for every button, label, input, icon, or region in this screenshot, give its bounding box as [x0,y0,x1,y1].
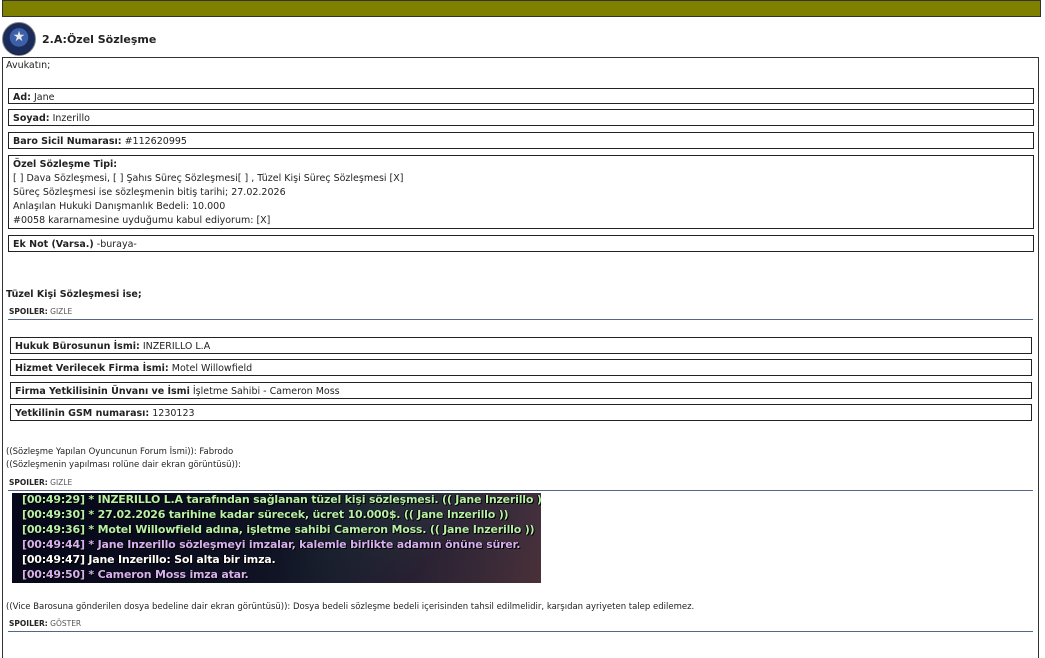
field-value: -buraya- [96,239,137,250]
field-label: Soyad: [13,113,50,124]
contract-end-date: Süreç Sözleşmesi ise sözleşmenin bitiş t… [13,187,286,198]
spoiler-label: SPOILER: [9,619,48,628]
bar-association-logo: ★ [2,22,36,56]
field-value: 1230123 [152,408,195,419]
field-baro-sicil: Baro Sicil Numarası: #112620995 [8,132,1034,149]
star-icon: ★ [12,29,26,45]
chat-line: [00:49:50] * Cameron Moss imza atar. [22,568,249,581]
field-label: Hizmet Verilecek Firma İsmi: [15,363,169,374]
field-label: Özel Sözleşme Tipi: [13,159,118,170]
decree-acceptance: #0058 kararnamesine uyduğumu kabul ediyo… [13,215,271,226]
field-label: Ad: [13,92,31,103]
chat-line: [00:49:44] * Jane Inzerillo sözleşmeyi i… [22,538,521,551]
field-value: İşletme Sahibi - Cameron Moss [192,386,340,397]
field-label: Baro Sicil Numarası: [13,136,122,147]
screenshot-note-text: ((Sözleşmenin yapılması rolüne dair ekra… [6,460,241,470]
spoiler-toggle-3[interactable]: SPOILER: GÖSTER [9,619,81,628]
field-value: INZERILLO L.A [142,341,211,352]
spoiler-label: SPOILER: [9,478,48,487]
spoiler-state: GIZLE [50,307,73,316]
contract-type-options: [ ] Dava Sözleşmesi, [ ] Şahıs Süreç Söz… [13,173,404,184]
field-firma-ismi: Hizmet Verilecek Firma İsmi: Motel Willo… [10,359,1032,376]
intro-text: Avukatın; [6,60,51,71]
field-label: Hukuk Bürosunun İsmi: [15,341,140,352]
spoiler-toggle-2[interactable]: SPOILER: GIZLE [9,478,72,487]
field-firma-yetkilisi: Firma Yetkilisinin Ünvanı ve İsmi İşletm… [10,382,1032,399]
spoiler-toggle-1[interactable]: SPOILER: GIZLE [9,307,72,316]
field-hukuk-burosu: Hukuk Bürosunun İsmi: INZERILLO L.A [10,337,1032,354]
post-content: Avukatın; Ad: Jane Soyad: Inzerillo Baro… [2,57,1039,658]
field-label: Yetkilinin GSM numarası: [15,408,150,419]
vice-note-text: ((Vice Barosuna gönderilen dosya bedelin… [6,602,695,612]
field-value: #112620995 [124,136,187,147]
chat-line: [00:49:47] Jane Inzerillo: Sol alta bir … [22,553,276,566]
spoiler-divider [8,490,1033,491]
chat-line: [00:49:29] * INZERILLO L.A tarafından sa… [22,493,541,506]
field-soyad: Soyad: Inzerillo [8,109,1034,126]
post-header: ★ 2.A:Özel Sözleşme [2,22,156,56]
field-value: Jane [33,92,55,103]
spoiler-state: GÖSTER [50,619,82,628]
chat-line: [00:49:30] * 27.02.2026 tarihine kadar s… [22,508,509,521]
contract-fee: Anlaşılan Hukuki Danışmanlık Bedeli: 10.… [13,201,226,212]
spoiler-divider [8,319,1033,320]
spoiler-divider [8,631,1033,632]
field-value: Inzerillo [52,113,90,124]
field-sozlesme-tipi: Özel Sözleşme Tipi: [ ] Dava Sözleşmesi,… [8,155,1034,229]
field-label: Ek Not (Varsa.) [13,239,94,250]
field-ad: Ad: Jane [8,88,1034,104]
top-color-bar [2,0,1041,17]
post-title: 2.A:Özel Sözleşme [42,32,157,46]
chat-line: [00:49:36] * Motel Willowfield adına, iş… [22,523,535,536]
field-gsm: Yetkilinin GSM numarası: 1230123 [10,404,1032,421]
field-ek-not: Ek Not (Varsa.) -buraya- [8,235,1034,252]
field-value: Motel Willowfield [171,363,253,374]
roleplay-screenshot: [00:49:29] * INZERILLO L.A tarafından sa… [12,493,541,583]
field-label: Firma Yetkilisinin Ünvanı ve İsmi [15,386,190,397]
forum-name-text: ((Sözleşme Yapılan Oyuncunun Forum İsmi)… [6,447,234,457]
spoiler-label: SPOILER: [9,307,48,316]
spoiler-state: GIZLE [50,478,73,487]
section-heading-tuzel: Tüzel Kişi Sözleşmesi ise; [6,289,142,300]
